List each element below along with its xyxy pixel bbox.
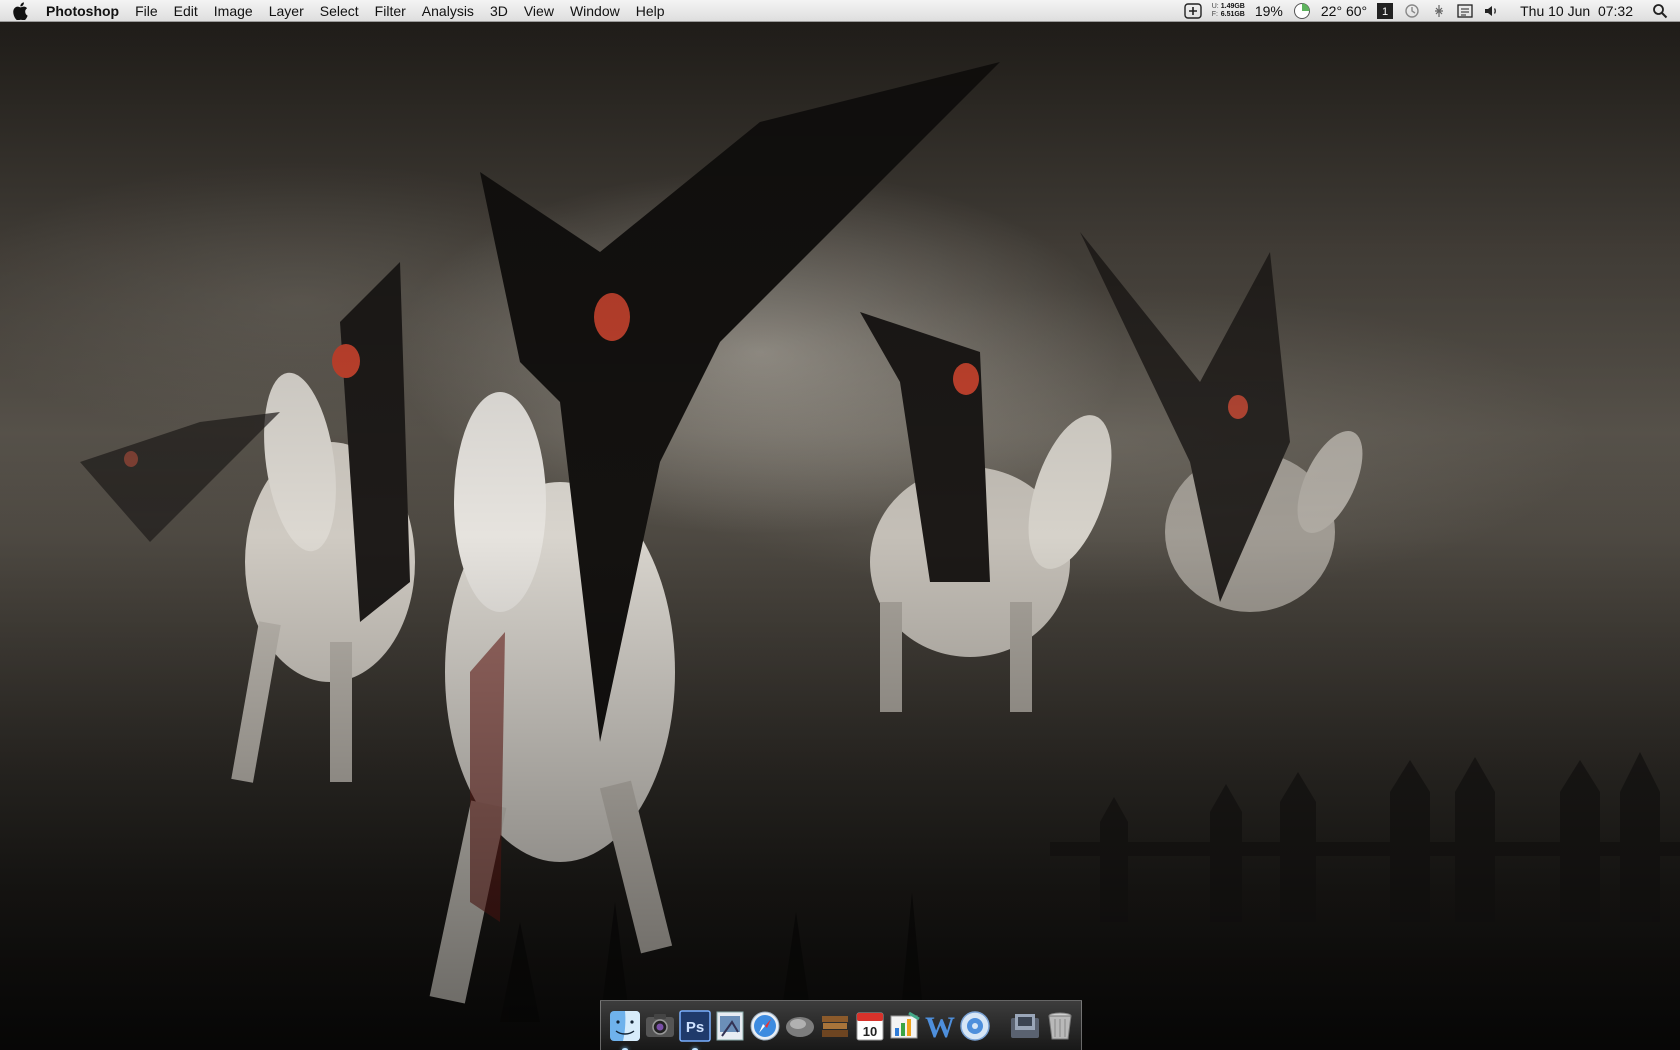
disk-free-label: F: (1211, 11, 1218, 18)
menu-3d[interactable]: 3D (482, 0, 516, 22)
word-label: W (925, 1011, 955, 1042)
desktop-wallpaper (0, 22, 1680, 1050)
menubar-clock[interactable]: Thu 10 Jun 07:32 (1506, 0, 1647, 22)
spaces-icon[interactable]: 1 (1372, 0, 1398, 22)
volume-icon[interactable] (1478, 0, 1506, 22)
menu-layer[interactable]: Layer (261, 0, 312, 22)
dock: Ps 10 W (600, 1000, 1082, 1050)
disk-usage-monitor[interactable]: U: F: 1.49GB 6.51GB (1207, 0, 1250, 22)
time-machine-icon[interactable] (1398, 0, 1426, 22)
keyboard-viewer-icon[interactable] (1452, 0, 1478, 22)
desktop: Photoshop File Edit Image Layer Select F… (0, 0, 1680, 1050)
menu-analysis[interactable]: Analysis (414, 0, 482, 22)
itunes-icon[interactable] (959, 1010, 991, 1042)
books-icon[interactable] (819, 1010, 851, 1042)
preview-icon[interactable] (714, 1010, 746, 1042)
spotlight-search-icon[interactable] (1647, 0, 1680, 22)
svg-text:1: 1 (1382, 6, 1388, 18)
photoshop-icon[interactable]: Ps (679, 1009, 711, 1050)
menu-view[interactable]: View (516, 0, 562, 22)
trash-icon[interactable] (1044, 1010, 1076, 1042)
calendar-icon[interactable]: 10 (854, 1010, 886, 1042)
safari-compass-icon[interactable] (749, 1010, 781, 1042)
memory-pie-icon[interactable] (1288, 0, 1316, 22)
disk-used-value: 1.49GB (1220, 3, 1245, 10)
quicksilver-icon[interactable] (784, 1010, 816, 1042)
menu-bar: Photoshop File Edit Image Layer Select F… (0, 0, 1680, 22)
photoshop-label: Ps (686, 1019, 704, 1036)
apple-logo-icon[interactable] (0, 0, 40, 22)
chart-icon[interactable] (889, 1010, 921, 1042)
cpu-usage[interactable]: 19% (1250, 0, 1288, 22)
temperature-readout[interactable]: 22° 60° (1316, 0, 1372, 22)
menu-app-name[interactable]: Photoshop (40, 0, 127, 22)
menu-select[interactable]: Select (312, 0, 367, 22)
menu-window[interactable]: Window (562, 0, 628, 22)
disk-free-value: 6.51GB (1220, 11, 1245, 18)
finder-icon[interactable] (609, 1010, 641, 1050)
menu-extras: U: F: 1.49GB 6.51GB 19% 22° 60° 1 Thu 10… (1179, 0, 1680, 22)
disk-used-label: U: (1211, 3, 1219, 10)
word-icon[interactable]: W (924, 1010, 956, 1042)
downloads-stack-icon[interactable] (1009, 1010, 1041, 1042)
menu-file[interactable]: File (127, 0, 166, 22)
add-widget-icon[interactable] (1179, 0, 1207, 22)
calendar-date: 10 (863, 1024, 877, 1039)
camera-icon[interactable] (644, 1010, 676, 1042)
menu-edit[interactable]: Edit (166, 0, 206, 22)
menu-help[interactable]: Help (628, 0, 673, 22)
menu-filter[interactable]: Filter (367, 0, 414, 22)
bluetooth-icon[interactable] (1426, 0, 1452, 22)
menu-image[interactable]: Image (206, 0, 261, 22)
